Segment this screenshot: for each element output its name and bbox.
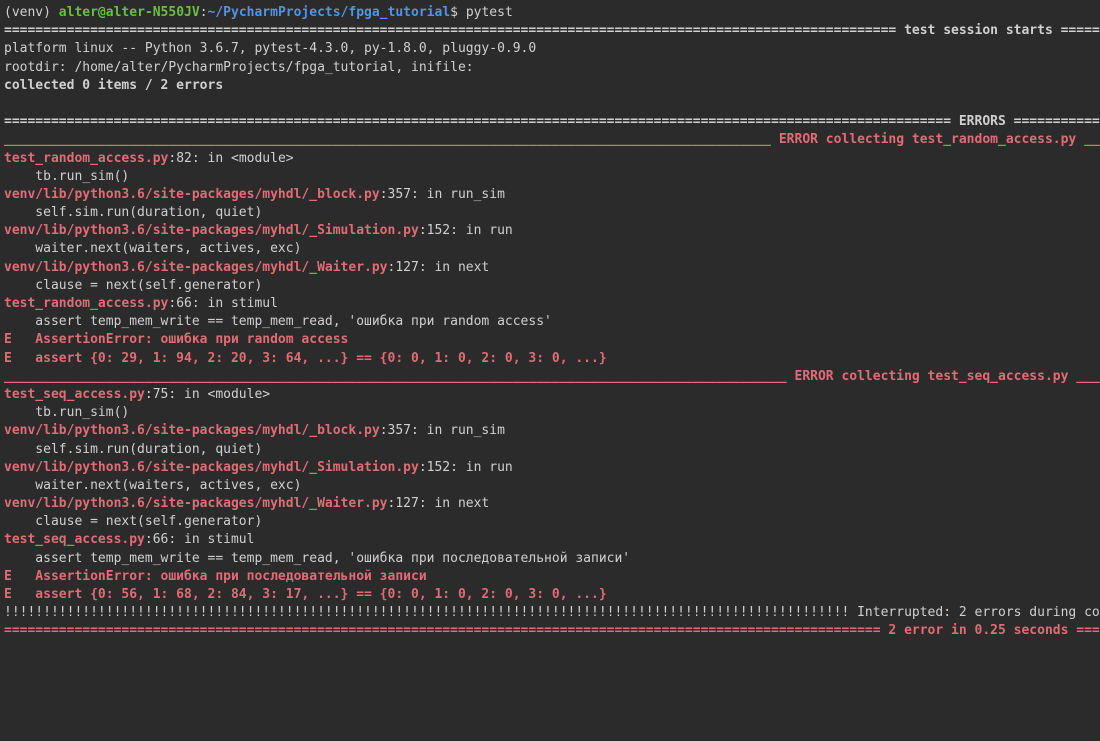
traceback-loc: :127: in next (388, 260, 490, 275)
traceback-code: tb.run_sim() (4, 169, 129, 184)
interrupted-line: !!!!!!!!!!!!!!!!!!!!!!!!!!!!!!!!!!!!!!!!… (4, 605, 1100, 620)
traceback-code: assert temp_mem_write == temp_mem_read, … (4, 551, 630, 566)
traceback-loc: :66: in stimul (168, 296, 278, 311)
error-title-2: ________________________________________… (4, 369, 1100, 384)
venv-marker: (venv) (4, 5, 59, 20)
traceback-code: tb.run_sim() (4, 405, 129, 420)
traceback-code: assert temp_mem_write == temp_mem_read, … (4, 314, 552, 329)
session-starts-header: ========================================… (4, 23, 1100, 38)
traceback-file: venv/lib/python3.6/site-packages/myhdl/_… (4, 496, 388, 511)
assertion-detail: E assert {0: 29, 1: 94, 2: 20, 3: 64, ..… (4, 351, 607, 366)
traceback-file: venv/lib/python3.6/site-packages/myhdl/_… (4, 460, 419, 475)
errors-header: ========================================… (4, 114, 1100, 129)
traceback-file: test_seq_access.py (4, 532, 145, 547)
traceback-loc: :152: in run (419, 460, 513, 475)
traceback-file: venv/lib/python3.6/site-packages/myhdl/_… (4, 223, 419, 238)
traceback-file: test_random_access.py (4, 296, 168, 311)
traceback-loc: :127: in next (388, 496, 490, 511)
error-title-1: ________________________________________… (4, 132, 1100, 147)
rootdir-info: rootdir: /home/alter/PycharmProjects/fpg… (4, 60, 474, 75)
traceback-file: venv/lib/python3.6/site-packages/myhdl/_… (4, 187, 380, 202)
traceback-loc: :152: in run (419, 223, 513, 238)
assertion-detail: E assert {0: 56, 1: 68, 2: 84, 3: 17, ..… (4, 587, 607, 602)
command-input: pytest (466, 5, 513, 20)
traceback-code: clause = next(self.generator) (4, 278, 262, 293)
traceback-file: test_seq_access.py (4, 387, 145, 402)
assertion-error: E AssertionError: ошибка при последовате… (4, 569, 427, 584)
prompt-dollar: $ (450, 5, 466, 20)
traceback-file: venv/lib/python3.6/site-packages/myhdl/_… (4, 260, 388, 275)
assertion-error: E AssertionError: ошибка при random acce… (4, 332, 348, 347)
cwd-path: ~/PycharmProjects/fpga_tutorial (208, 5, 451, 20)
collected-info: collected 0 items / 2 errors (4, 78, 223, 93)
traceback-loc: :357: in run_sim (380, 423, 505, 438)
platform-info: platform linux -- Python 3.6.7, pytest-4… (4, 41, 536, 56)
traceback-code: clause = next(self.generator) (4, 514, 262, 529)
traceback-loc: :75: in <module> (145, 387, 270, 402)
traceback-code: self.sim.run(duration, quiet) (4, 442, 262, 457)
traceback-file: test_random_access.py (4, 151, 168, 166)
traceback-code: self.sim.run(duration, quiet) (4, 205, 262, 220)
user-host: alter@alter-N550JV (59, 5, 200, 20)
traceback-loc: :357: in run_sim (380, 187, 505, 202)
traceback-loc: :66: in stimul (145, 532, 255, 547)
summary-line: ========================================… (4, 623, 1100, 638)
traceback-code: waiter.next(waiters, actives, exc) (4, 241, 301, 256)
traceback-file: venv/lib/python3.6/site-packages/myhdl/_… (4, 423, 380, 438)
traceback-code: waiter.next(waiters, actives, exc) (4, 478, 301, 493)
prompt-colon: : (200, 5, 208, 20)
terminal-output[interactable]: (venv) alter@alter-N550JV:~/PycharmProje… (4, 4, 1096, 641)
traceback-loc: :82: in <module> (168, 151, 293, 166)
